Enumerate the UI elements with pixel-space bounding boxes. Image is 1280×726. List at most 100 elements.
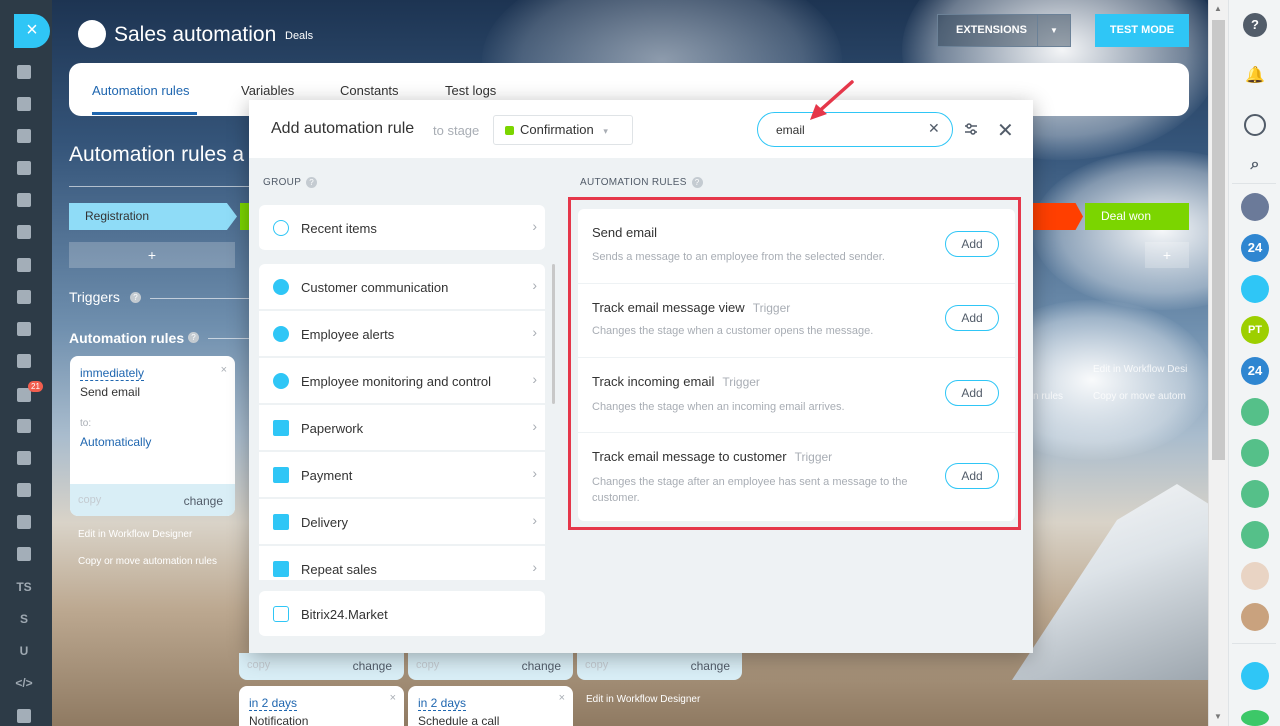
- stage-selector-value: Confirmation: [520, 122, 594, 137]
- divider: [69, 186, 249, 187]
- add-rule-plus-right[interactable]: +: [1145, 242, 1189, 268]
- stage-selector[interactable]: Confirmation ▾: [493, 115, 633, 145]
- sidebar-ts[interactable]: TS: [12, 580, 36, 594]
- avatar[interactable]: [1241, 193, 1269, 221]
- change-link[interactable]: change: [691, 659, 730, 673]
- rule-timing-link[interactable]: in 2 days: [418, 696, 467, 711]
- tab-variables[interactable]: Variables: [241, 83, 294, 98]
- change-link[interactable]: change: [184, 494, 223, 508]
- box-icon[interactable]: [17, 515, 31, 529]
- exit-icon[interactable]: [1241, 662, 1269, 690]
- sidebar-u[interactable]: U: [12, 644, 36, 658]
- change-link[interactable]: change: [522, 659, 561, 673]
- contact-card-icon[interactable]: [17, 483, 31, 497]
- help-icon[interactable]: ?: [188, 332, 199, 343]
- scroll-down-icon[interactable]: ▼: [1214, 712, 1222, 721]
- page-scrollbar[interactable]: ▲ ▼: [1208, 0, 1228, 726]
- divider: [1232, 643, 1276, 644]
- group-item-paperwork[interactable]: Paperwork ›: [259, 405, 545, 451]
- user-group-icon[interactable]: [1241, 480, 1269, 508]
- chevron-right-icon: ›: [532, 324, 537, 340]
- feed-icon[interactable]: [17, 97, 31, 111]
- close-icon[interactable]: ×: [390, 692, 396, 704]
- chat-bubble-icon[interactable]: [1244, 114, 1266, 136]
- group-scrollbar[interactable]: [552, 264, 555, 404]
- calendar-icon[interactable]: [1241, 275, 1269, 303]
- chat-icon[interactable]: [17, 129, 31, 143]
- sidebar-s[interactable]: S: [12, 612, 36, 626]
- scrollbar-thumb[interactable]: [1212, 20, 1225, 460]
- bitrix24-icon-2[interactable]: 24: [1241, 357, 1269, 385]
- calendar-icon[interactable]: [17, 161, 31, 175]
- group-item-employee-monitoring[interactable]: Employee monitoring and control ›: [259, 358, 545, 404]
- help-icon[interactable]: ?: [691, 177, 703, 188]
- stage-deal-won[interactable]: Deal won: [1085, 203, 1189, 230]
- mail-icon[interactable]: [17, 322, 31, 336]
- group-item-payment[interactable]: Payment ›: [259, 452, 545, 498]
- copy-link[interactable]: copy: [247, 659, 270, 671]
- help-icon[interactable]: ?: [1243, 13, 1267, 37]
- help-icon[interactable]: ?: [306, 177, 318, 188]
- edit-designer-link-bottom[interactable]: Edit in Workflow Designer: [586, 694, 700, 705]
- phone-icon[interactable]: [1241, 710, 1269, 726]
- bitrix24-icon[interactable]: 24: [1241, 234, 1269, 262]
- copy-move-link-right[interactable]: Copy or move autom: [1093, 391, 1186, 402]
- target-icon[interactable]: [17, 419, 31, 433]
- box2-icon[interactable]: [17, 547, 31, 561]
- calendar-avatar-icon[interactable]: [1241, 603, 1269, 631]
- tab-automation-rules[interactable]: Automation rules: [92, 83, 190, 98]
- user-group-icon[interactable]: [1241, 439, 1269, 467]
- copy-link[interactable]: copy: [416, 659, 439, 671]
- edit-designer-link-right[interactable]: Edit in Workflow Desi: [1093, 364, 1187, 375]
- users-icon[interactable]: [17, 290, 31, 304]
- close-icon[interactable]: ×: [221, 364, 227, 376]
- users-icon: [273, 373, 289, 389]
- edit-designer-link[interactable]: Edit in Workflow Designer: [78, 529, 192, 540]
- test-mode-button[interactable]: TEST MODE: [1095, 14, 1189, 47]
- copy-link[interactable]: copy: [585, 659, 608, 671]
- avatar-pt[interactable]: PT: [1241, 316, 1269, 344]
- change-link[interactable]: change: [353, 659, 392, 673]
- menu-close-button[interactable]: ×: [14, 14, 50, 48]
- more-icon[interactable]: [17, 709, 31, 723]
- group-item-employee-alerts[interactable]: Employee alerts ›: [259, 311, 545, 357]
- search-icon[interactable]: ⌕: [1241, 151, 1269, 179]
- close-icon[interactable]: ×: [559, 692, 565, 704]
- tab-constants[interactable]: Constants: [340, 83, 399, 98]
- active-tab-indicator: [92, 112, 197, 115]
- group-item-delivery[interactable]: Delivery ›: [259, 499, 545, 545]
- settings-sliders-icon[interactable]: [963, 121, 979, 137]
- close-dialog-icon[interactable]: ✕: [997, 118, 1014, 143]
- rule-card[interactable]: in 2 days × Notification: [239, 686, 404, 726]
- section-heading: Automation rules a: [69, 143, 245, 166]
- user-group-icon[interactable]: [1241, 398, 1269, 426]
- clear-search-icon[interactable]: ✕: [928, 120, 940, 137]
- bell-icon[interactable]: 🔔: [1241, 62, 1269, 90]
- document-icon[interactable]: [17, 193, 31, 207]
- add-rule-plus[interactable]: +: [69, 242, 235, 268]
- pie-chart-icon[interactable]: [17, 65, 31, 79]
- stage-registration[interactable]: Registration: [69, 203, 237, 230]
- group-item-customer-communication[interactable]: Customer communication ›: [259, 264, 545, 310]
- robot-icon[interactable]: [17, 225, 31, 239]
- group-item-repeat-sales[interactable]: Repeat sales ›: [259, 546, 545, 581]
- rule-card[interactable]: immediately × Send email to: Automatical…: [70, 356, 235, 516]
- copy-link[interactable]: copy: [78, 494, 101, 506]
- rule-timing-link[interactable]: in 2 days: [249, 696, 298, 711]
- group-item-market[interactable]: Bitrix24.Market: [259, 591, 545, 637]
- tasks-icon[interactable]: [17, 354, 31, 368]
- avatar[interactable]: [1241, 562, 1269, 590]
- rule-card[interactable]: in 2 days × Schedule a call: [408, 686, 573, 726]
- scroll-up-icon[interactable]: ▲: [1214, 4, 1222, 13]
- drive-icon[interactable]: [17, 258, 31, 272]
- sidebar-code[interactable]: </>: [12, 676, 36, 690]
- cart-icon[interactable]: [17, 451, 31, 465]
- group-item-recent[interactable]: Recent items ›: [259, 205, 545, 251]
- chevron-down-icon[interactable]: ▼: [1037, 15, 1070, 46]
- user-group-icon[interactable]: [1241, 521, 1269, 549]
- rule-timing-link[interactable]: immediately: [80, 366, 145, 381]
- help-icon[interactable]: ?: [130, 292, 141, 303]
- copy-move-link[interactable]: Copy or move automation rules: [78, 556, 217, 567]
- tab-test-logs[interactable]: Test logs: [445, 83, 496, 98]
- extensions-button[interactable]: EXTENSIONS ▼: [937, 14, 1071, 47]
